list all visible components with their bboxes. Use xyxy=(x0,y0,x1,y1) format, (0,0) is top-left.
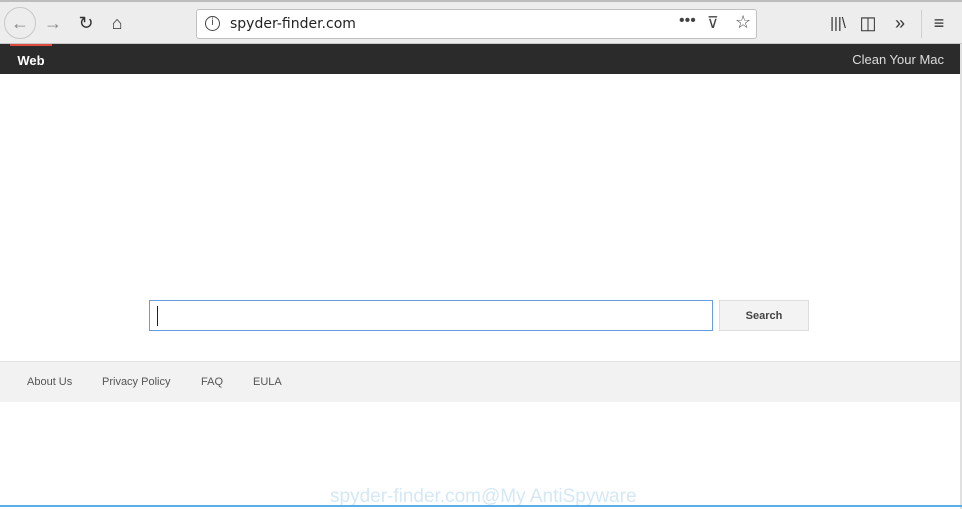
footer: About Us Privacy Policy FAQ EULA xyxy=(0,361,962,402)
footer-link-about[interactable]: About Us xyxy=(27,376,72,388)
arrow-right-icon: → xyxy=(44,12,62,33)
footer-link-eula[interactable]: EULA xyxy=(253,376,282,388)
overflow-button[interactable]: » xyxy=(887,10,913,36)
clean-your-mac-link[interactable]: Clean Your Mac xyxy=(852,52,944,67)
arrow-left-icon: ← xyxy=(11,12,29,33)
menu-button[interactable]: ≡ xyxy=(926,10,952,36)
more-actions-icon[interactable]: ••• xyxy=(679,12,696,30)
info-icon[interactable]: i xyxy=(205,16,220,31)
search-button[interactable]: Search xyxy=(719,300,809,331)
reload-button[interactable]: ↻ xyxy=(73,10,99,36)
sidebar-icon: ◫ xyxy=(859,12,877,33)
browser-toolbar: ← → ↻ ⌂ i spyder-finder.com ••• ⊽ ☆ |||\… xyxy=(0,0,962,44)
hamburger-icon: ≡ xyxy=(933,12,945,33)
home-button[interactable]: ⌂ xyxy=(104,10,130,36)
footer-link-faq[interactable]: FAQ xyxy=(201,376,223,388)
pocket-icon[interactable]: ⊽ xyxy=(707,13,719,33)
site-nav: Web Clean Your Mac xyxy=(0,44,962,74)
home-icon: ⌂ xyxy=(111,12,123,33)
forward-button[interactable]: → xyxy=(40,10,66,36)
bottom-line xyxy=(0,505,962,507)
back-button[interactable]: ← xyxy=(4,7,36,39)
tab-web[interactable]: Web xyxy=(10,44,52,74)
url-text: spyder-finder.com xyxy=(230,16,356,32)
bookmark-star-icon[interactable]: ☆ xyxy=(735,12,751,33)
library-icon: |||\ xyxy=(830,14,846,32)
library-button[interactable]: |||\ xyxy=(825,10,851,36)
url-bar[interactable]: i spyder-finder.com ••• ⊽ ☆ xyxy=(196,9,757,39)
sidebar-button[interactable]: ◫ xyxy=(855,10,881,36)
divider xyxy=(921,10,922,38)
search-input[interactable] xyxy=(149,300,713,331)
footer-link-privacy[interactable]: Privacy Policy xyxy=(102,376,170,388)
text-caret xyxy=(157,306,158,326)
reload-icon: ↻ xyxy=(78,12,94,33)
chevrons-right-icon: » xyxy=(894,12,905,33)
